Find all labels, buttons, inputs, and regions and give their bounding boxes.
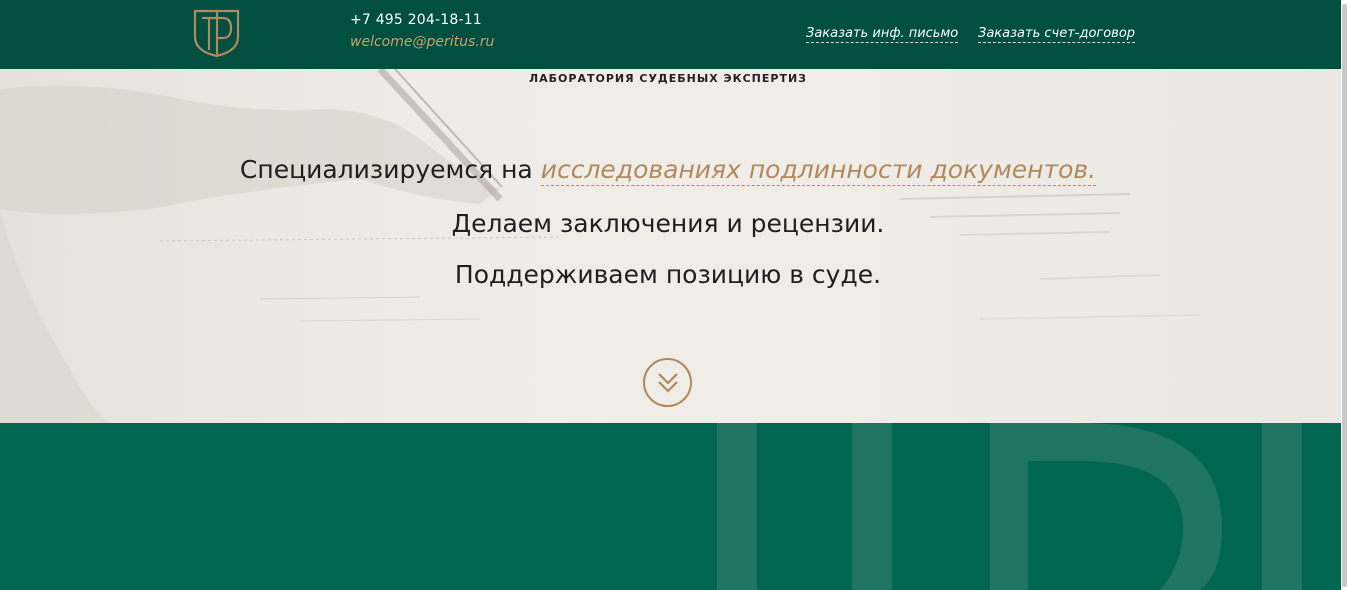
headline-line-2: Делаем заключения и рецензии. xyxy=(451,209,885,238)
order-info-letter-link[interactable]: Заказать инф. письмо xyxy=(806,26,959,43)
authenticity-research-link[interactable]: исследованиях подлинности документов. xyxy=(540,155,1097,186)
scrollbar-thumb[interactable] xyxy=(1342,4,1347,587)
page-scrollbar[interactable] xyxy=(1341,0,1348,590)
next-section xyxy=(0,423,1341,590)
headline-line-1: Специализируемся на исследованиях подлин… xyxy=(0,155,1336,186)
lab-title: ЛАБОРАТОРИЯ СУДЕБНЫХ ЭКСПЕРТИЗ xyxy=(529,72,807,85)
headline-prefix: Специализируемся на xyxy=(239,155,533,184)
contacts-block: +7 495 204-18-11 welcome@peritus.ru xyxy=(350,12,494,50)
site-header: +7 495 204-18-11 welcome@peritus.ru Зака… xyxy=(0,0,1341,69)
order-invoice-link[interactable]: Заказать счет-договор xyxy=(978,26,1136,43)
headline-line-3: Поддерживаем позицию в суде. xyxy=(454,260,882,289)
phone-number[interactable]: +7 495 204-18-11 xyxy=(350,12,494,28)
site-logo-icon[interactable] xyxy=(193,9,240,58)
scroll-down-button[interactable] xyxy=(643,358,692,407)
tp-monogram-watermark-icon xyxy=(717,423,1302,590)
email-link[interactable]: welcome@peritus.ru xyxy=(350,34,494,50)
tp-monogram-icon xyxy=(193,9,240,58)
hero-section: ЛАБОРАТОРИЯ СУДЕБНЫХ ЭКСПЕРТИЗ Специализ… xyxy=(0,69,1341,423)
double-chevron-down-icon xyxy=(658,373,678,393)
